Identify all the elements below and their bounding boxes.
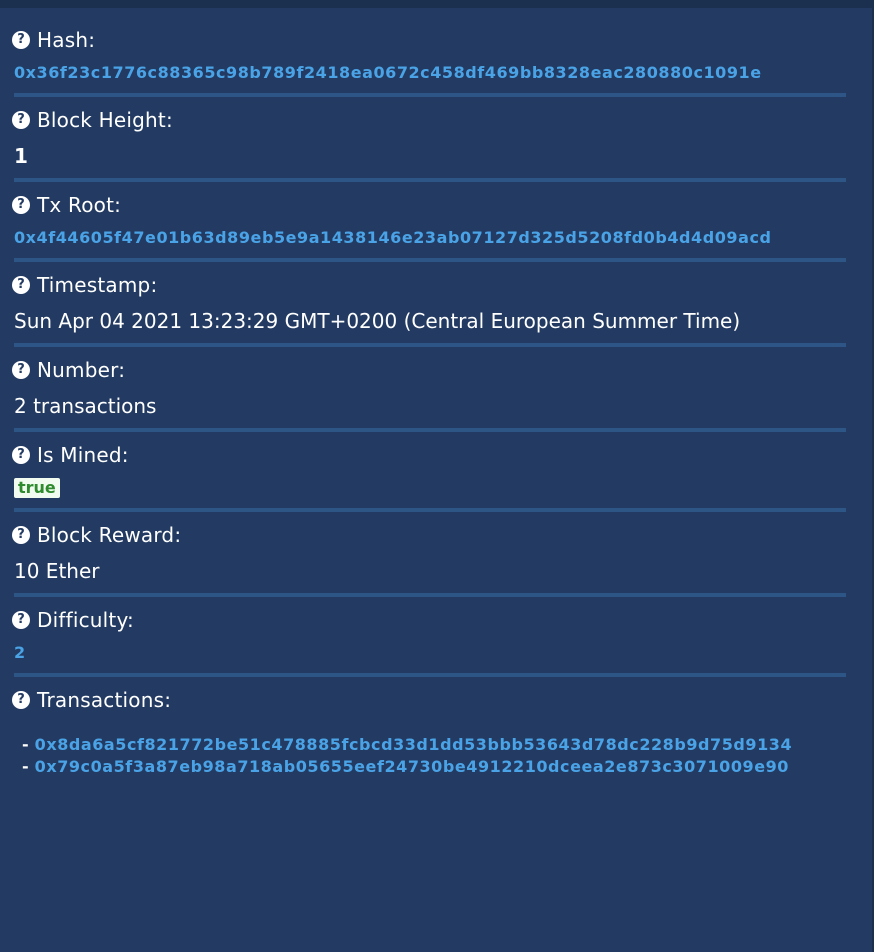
divider xyxy=(14,258,846,262)
timestamp-value: Sun Apr 04 2021 13:23:29 GMT+0200 (Centr… xyxy=(14,309,741,333)
is-mined-label-row: ? Is Mined: xyxy=(12,443,129,467)
difficulty-label: Difficulty: xyxy=(37,608,134,632)
help-icon[interactable]: ? xyxy=(12,31,30,49)
block-height-value: 1 xyxy=(14,144,28,168)
block-height-label-row: ? Block Height: xyxy=(12,108,173,132)
help-icon[interactable]: ? xyxy=(12,276,30,294)
tx-root-value[interactable]: 0x4f44605f47e01b63d89eb5e9a1438146e23ab0… xyxy=(14,228,771,247)
help-icon[interactable]: ? xyxy=(12,361,30,379)
help-icon[interactable]: ? xyxy=(12,526,30,544)
divider xyxy=(14,343,846,347)
number-label: Number: xyxy=(37,358,126,382)
timestamp-label: Timestamp: xyxy=(37,273,158,297)
list-item: -0x79c0a5f3a87eb98a718ab05655eef24730be4… xyxy=(22,756,792,778)
divider xyxy=(14,593,846,597)
transaction-link[interactable]: 0x79c0a5f3a87eb98a718ab05655eef24730be49… xyxy=(35,757,789,776)
divider xyxy=(14,508,846,512)
is-mined-badge: true xyxy=(14,478,60,498)
hash-value[interactable]: 0x36f23c1776c88365c98b789f2418ea0672c458… xyxy=(14,63,762,82)
transactions-list: -0x8da6a5cf821772be51c478885fcbcd33d1dd5… xyxy=(22,734,792,778)
help-icon[interactable]: ? xyxy=(12,111,30,129)
help-icon[interactable]: ? xyxy=(12,691,30,709)
tx-root-label-row: ? Tx Root: xyxy=(12,193,121,217)
divider xyxy=(14,178,846,182)
divider xyxy=(14,673,846,677)
number-label-row: ? Number: xyxy=(12,358,125,382)
is-mined-label: Is Mined: xyxy=(37,443,129,467)
difficulty-label-row: ? Difficulty: xyxy=(12,608,134,632)
hash-label-row: ? Hash: xyxy=(12,28,95,52)
help-icon[interactable]: ? xyxy=(12,446,30,464)
help-icon[interactable]: ? xyxy=(12,196,30,214)
transaction-link[interactable]: 0x8da6a5cf821772be51c478885fcbcd33d1dd53… xyxy=(35,735,793,754)
list-bullet: - xyxy=(22,757,29,776)
is-mined-value: true xyxy=(14,478,60,498)
timestamp-label-row: ? Timestamp: xyxy=(12,273,157,297)
top-bar xyxy=(0,0,874,8)
transactions-label: Transactions: xyxy=(37,688,172,712)
help-icon[interactable]: ? xyxy=(12,611,30,629)
difficulty-value: 2 xyxy=(14,643,26,662)
number-value: 2 transactions xyxy=(14,394,157,418)
hash-label: Hash: xyxy=(37,28,96,52)
block-reward-label-row: ? Block Reward: xyxy=(12,523,181,547)
divider xyxy=(14,93,846,97)
transactions-label-row: ? Transactions: xyxy=(12,688,171,712)
list-item: -0x8da6a5cf821772be51c478885fcbcd33d1dd5… xyxy=(22,734,792,756)
block-reward-value: 10 Ether xyxy=(14,559,100,583)
divider xyxy=(14,428,846,432)
tx-root-label: Tx Root: xyxy=(37,193,122,217)
block-reward-label: Block Reward: xyxy=(37,523,182,547)
list-bullet: - xyxy=(22,735,29,754)
block-height-label: Block Height: xyxy=(37,108,173,132)
